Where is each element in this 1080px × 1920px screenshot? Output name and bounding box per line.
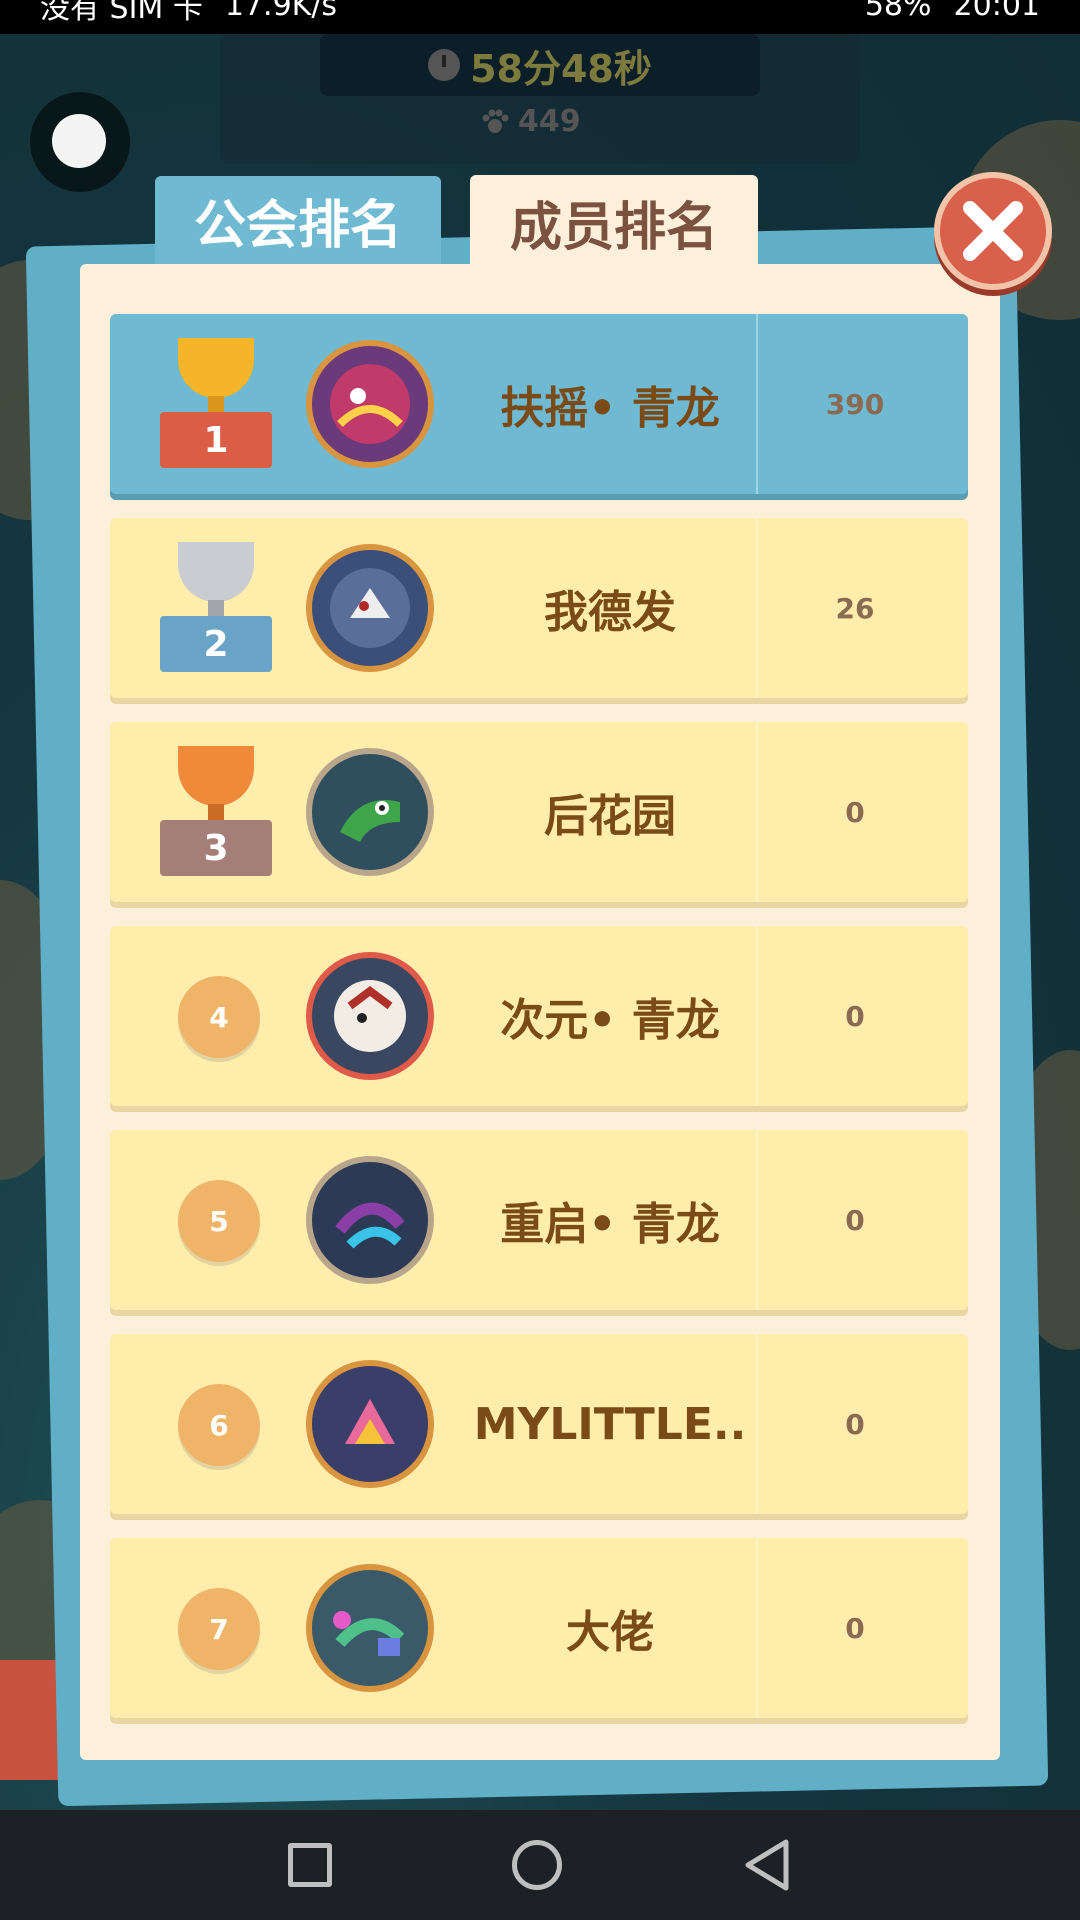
clock-time: 20:01 — [953, 0, 1040, 23]
player-score: 390 — [825, 387, 885, 421]
row-divider — [756, 1538, 758, 1718]
row-divider — [756, 314, 758, 494]
player-name: 后花园 — [544, 791, 676, 842]
tab-member-label: 成员排名 — [509, 198, 718, 258]
player-score: 26 — [835, 591, 875, 625]
paw-count: 449 — [518, 104, 581, 139]
bronze-trophy-icon: 3 — [160, 746, 272, 876]
ranking-row[interactable]: 6 MYLITTLE.. 0 — [110, 1334, 968, 1514]
rank-number: 7 — [209, 1612, 229, 1646]
player-name: 大佬 — [566, 1607, 654, 1658]
gold-trophy-icon: 1 — [160, 338, 272, 468]
close-icon — [963, 201, 1023, 261]
ranking-row[interactable]: 3 后花园 0 — [110, 722, 968, 902]
rank-badge: 7 — [178, 1588, 260, 1670]
player-name: 扶摇• 青龙 — [500, 383, 720, 434]
rank-number: 6 — [209, 1408, 229, 1442]
system-navigation-bar — [0, 1810, 1080, 1920]
player-score: 0 — [845, 795, 865, 829]
close-button[interactable] — [934, 172, 1052, 290]
row-divider — [756, 518, 758, 698]
player-score: 0 — [845, 999, 865, 1033]
clock-icon — [428, 49, 461, 81]
player-score: 0 — [845, 1407, 865, 1441]
battery-level: 58% — [864, 0, 932, 23]
ranking-row[interactable]: 4 次元• 青龙 0 — [110, 926, 968, 1106]
tab-guild-ranking[interactable]: 公会排名 — [155, 176, 441, 264]
status-bar: 没有 SIM 卡 17.9K/s 58% 20:01 — [0, 0, 1080, 34]
rank-number: 4 — [209, 1000, 229, 1034]
row-divider — [756, 1334, 758, 1514]
tab-member-ranking[interactable]: 成员排名 — [470, 175, 758, 270]
ranking-row[interactable]: 7 大佬 0 — [110, 1538, 968, 1718]
row-divider — [756, 1130, 758, 1310]
tab-guild-label: 公会排名 — [193, 195, 402, 256]
player-name: 我德发 — [544, 587, 676, 638]
dragon-avatar-icon — [306, 952, 434, 1080]
dragon-avatar-icon — [306, 1360, 434, 1488]
rank-number: 5 — [209, 1204, 229, 1238]
silver-trophy-icon: 2 — [160, 542, 272, 672]
ranking-row[interactable]: 1 扶摇• 青龙 390 — [110, 314, 968, 494]
player-name: MYLITTLE.. — [473, 1398, 747, 1450]
recent-apps-icon[interactable] — [288, 1843, 332, 1887]
rank-number: 2 — [203, 623, 229, 665]
event-timer: 58分48秒 — [320, 34, 760, 96]
dinosaur-avatar-icon — [306, 748, 434, 876]
rank-number: 1 — [203, 419, 229, 461]
row-divider — [756, 926, 758, 1106]
paw-icon — [482, 109, 509, 133]
rank-badge: 4 — [178, 976, 260, 1058]
carrier-text: 没有 SIM 卡 — [40, 0, 203, 26]
rank-number: 3 — [203, 827, 229, 869]
player-score: 0 — [845, 1611, 865, 1645]
back-icon[interactable] — [742, 1838, 792, 1892]
toggle-knob[interactable] — [52, 114, 106, 168]
row-divider — [756, 722, 758, 902]
player-name: 次元• 青龙 — [500, 995, 720, 1046]
dragon-avatar-icon — [306, 1564, 434, 1692]
dragon-avatar-icon — [306, 340, 434, 468]
timer-text: 58分48秒 — [470, 46, 652, 91]
rank-badge: 5 — [178, 1180, 260, 1262]
ranking-row[interactable]: 5 重启• 青龙 0 — [110, 1130, 968, 1310]
network-speed: 17.9K/s — [224, 0, 338, 23]
dragon-avatar-icon — [306, 544, 434, 672]
ranking-row[interactable]: 2 我德发 26 — [110, 518, 968, 698]
home-icon[interactable] — [512, 1840, 562, 1890]
paw-counter: 449 — [480, 104, 581, 139]
player-name: 重启• 青龙 — [500, 1199, 720, 1250]
rank-badge: 6 — [178, 1384, 260, 1466]
player-score: 0 — [845, 1203, 865, 1237]
dragon-avatar-icon — [306, 1156, 434, 1284]
